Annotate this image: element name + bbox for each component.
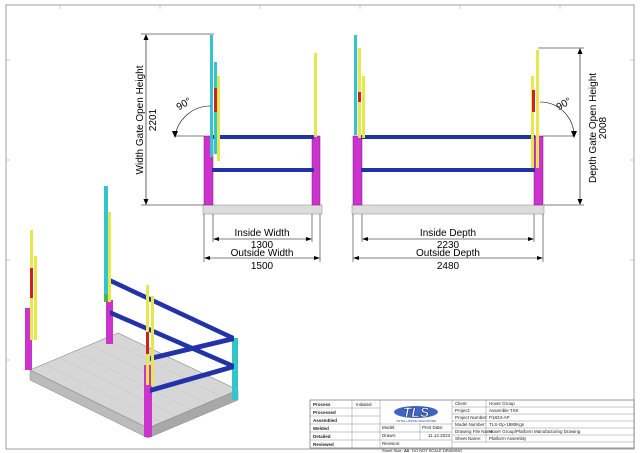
width-view-top-rail (212, 135, 314, 139)
process-row-label: Welded (313, 426, 329, 431)
depth-view-left-post (352, 135, 363, 206)
title-block: Process Initialed Processed Assembled We… (309, 399, 635, 453)
info-value: Hoxer Group/Platform Manufacturing Drawi… (489, 429, 581, 434)
depth-elevation-view: 90° Depth Gate Open Height 2008 Inside D… (351, 35, 609, 272)
sheet-size-label: Sheet Size: (382, 448, 402, 453)
arrow (143, 199, 149, 205)
info-value: P1823-AP (489, 415, 510, 420)
print-date-label: Print Date: (422, 425, 443, 430)
iso-pole-back-cyan (104, 186, 108, 302)
info-label: Model Number: (455, 422, 486, 427)
info-value: Assemble TSK (489, 408, 519, 413)
isometric-platform-view (25, 186, 239, 439)
iso-pole-left-yellow-2 (34, 256, 37, 340)
width-view-mid-rail (212, 168, 314, 172)
info-value: TLS-Gp-1880Kgs (489, 422, 525, 427)
iso-pole-left-latch (30, 268, 33, 298)
width-view-gate-pole-yellow (217, 76, 220, 161)
inside-depth-label: Inside Depth (420, 228, 476, 239)
arrow (353, 256, 359, 260)
model-label: Model: (382, 425, 396, 430)
depth-gate-height-value: 2008 (598, 116, 609, 139)
process-row-value: Initialed (356, 402, 372, 407)
width-view-gate-latch (214, 88, 217, 112)
width-view-right-pole (314, 53, 317, 137)
print-date-value: 11.12.2023 (428, 433, 451, 438)
outside-depth-value: 2480 (437, 261, 460, 272)
depth-view-gate-latch-left (358, 92, 361, 102)
arrow (204, 256, 210, 260)
outside-width-label: Outside Width (231, 248, 294, 259)
depth-view-floor (351, 204, 545, 215)
depth-view-gate-pole-yellow-2 (362, 76, 365, 138)
arrow (571, 131, 577, 138)
scale-note: DO NOT SCALE DRAWING (412, 448, 462, 453)
iso-rail-right-top (150, 336, 234, 361)
process-row-label: Process (313, 402, 331, 407)
arrow (172, 131, 178, 138)
revision-label: Revision: (382, 441, 401, 446)
process-row-label: Reviewed (313, 442, 334, 447)
depth-angle-label: 90° (555, 96, 574, 113)
iso-rail-back-top (110, 278, 234, 341)
arrow (213, 237, 219, 241)
arrow (537, 256, 543, 260)
process-row-label: Assembled (313, 418, 337, 423)
width-elevation-view: 90° Width Gate Open Height 2201 Inside W… (135, 33, 323, 272)
logo-subtitle: TOTAL LIFTING SOLUTIONS (396, 419, 436, 423)
depth-view-gate-latch-right (532, 90, 535, 112)
arrow (577, 199, 583, 205)
inside-width-label: Inside Width (234, 228, 289, 239)
logo-text: TLS (403, 404, 430, 420)
arrow (306, 237, 312, 241)
arrow (362, 237, 368, 241)
width-view-floor (202, 204, 323, 215)
width-gate-height-value: 2201 (148, 108, 159, 131)
info-label: Sheet Name: (455, 436, 481, 441)
arrow (528, 237, 534, 241)
outside-depth-label: Outside Depth (416, 248, 480, 259)
info-value: Hoxer Group (489, 401, 515, 406)
drawn-label: Drawn: (382, 433, 396, 438)
depth-view-gate-pole-cyan (354, 35, 357, 135)
engineering-drawing: 90° Width Gate Open Height 2201 Inside W… (5, 4, 635, 453)
depth-view-right-pole-yellow (536, 50, 539, 168)
drawing-sheet: 90° Width Gate Open Height 2201 Inside W… (0, 0, 640, 453)
iso-pole-back-green (104, 294, 108, 302)
depth-view-top-rail (361, 135, 535, 139)
iso-pole-back-yellow (108, 212, 111, 302)
info-label: Client: (455, 401, 468, 406)
outside-width-value: 1500 (251, 261, 274, 272)
width-gate-height-label: Width Gate Open Height (135, 65, 146, 174)
arrow (143, 34, 149, 40)
info-label: Project: (455, 408, 470, 413)
arrow (577, 48, 583, 54)
width-angle-label: 90° (175, 96, 194, 113)
iso-pole-front-yellow-2 (151, 296, 154, 386)
width-view-gate-pole-cyan (210, 35, 213, 157)
arrow (314, 256, 320, 260)
iso-pole-front-latch (146, 332, 149, 354)
depth-view-mid-rail (361, 168, 535, 172)
info-value: Platform Assembly (489, 436, 527, 441)
depth-view-right-pole-yellow-2 (531, 76, 534, 168)
iso-post-back-left (106, 300, 113, 344)
sheet-size-value: A0 (404, 448, 410, 453)
info-label: Project Number: (455, 415, 488, 420)
process-row-label: Detailed (313, 434, 331, 439)
process-row-label: Processed (313, 410, 336, 415)
